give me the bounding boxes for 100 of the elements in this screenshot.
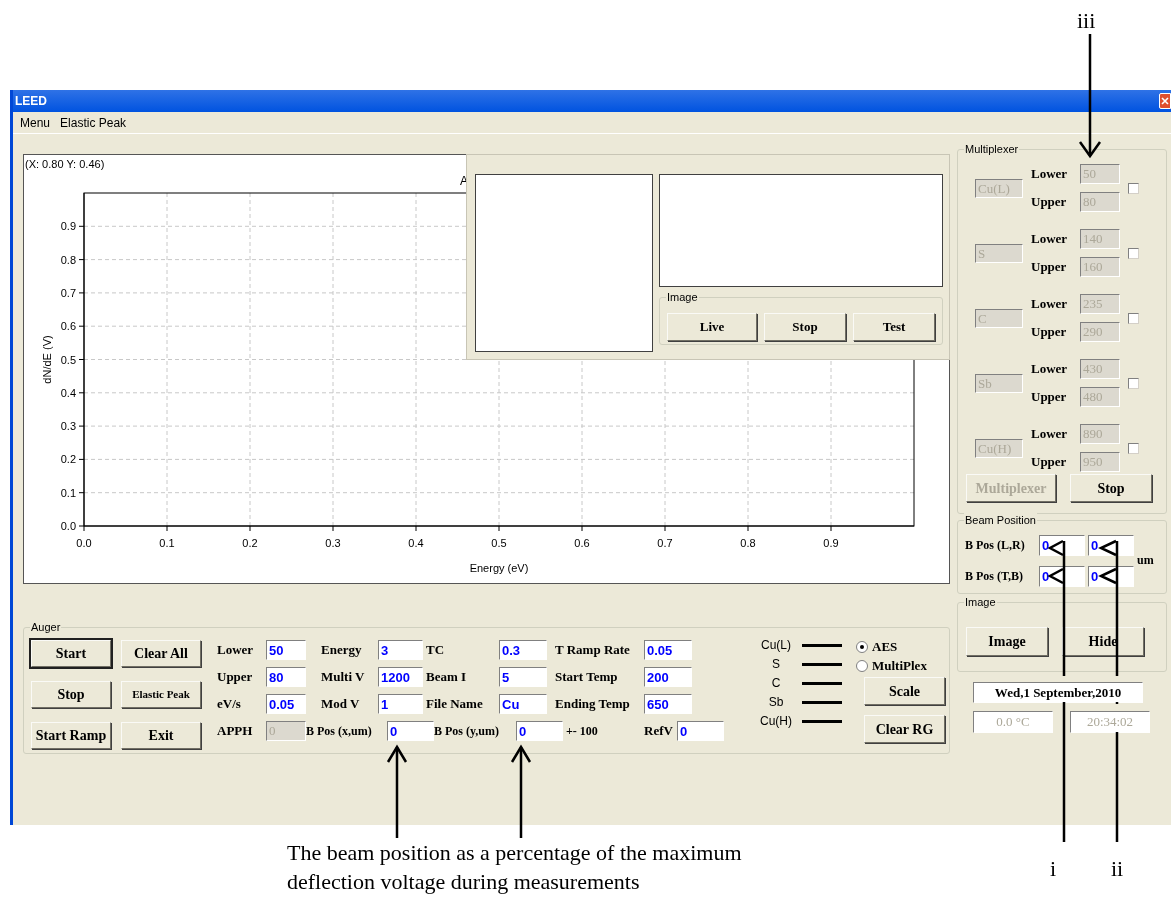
time-display: 20:34:02 (1070, 711, 1150, 733)
checkbox[interactable] (1128, 182, 1139, 194)
tick-label: 0.5 (491, 537, 507, 549)
input-field[interactable]: 1 (378, 694, 423, 714)
tick-label: 0.4 (408, 537, 424, 549)
button[interactable]: Stop (31, 681, 111, 708)
button[interactable]: Start Ramp (31, 722, 111, 749)
radio-button[interactable] (856, 640, 868, 653)
tick-label: 0.9 (60, 220, 76, 233)
legend-line (802, 662, 842, 666)
button[interactable]: Elastic Peak (121, 681, 201, 708)
field-label: TC (426, 641, 446, 660)
legend-label: Sb (767, 694, 785, 711)
button[interactable]: Start (31, 640, 111, 667)
legend-line (802, 681, 842, 685)
input-field[interactable]: 5 (499, 667, 547, 687)
unit-label: um (1137, 552, 1154, 569)
field-label: Lower (1031, 230, 1069, 249)
checkbox[interactable] (1128, 247, 1139, 259)
checkbox[interactable] (1128, 377, 1139, 389)
tick-label: 0.1 (60, 486, 76, 499)
field-label: Energy (321, 641, 363, 660)
window-title: LEED (15, 93, 47, 110)
close-button[interactable] (1159, 93, 1171, 109)
tick-label: 0.1 (159, 537, 175, 549)
annotation-label: iii (1077, 8, 1096, 34)
button[interactable]: Scale (864, 677, 945, 705)
input-field[interactable]: 3 (378, 640, 423, 660)
checkbox[interactable] (1128, 312, 1139, 324)
radio-label: AES (872, 637, 898, 656)
field-label: Beam I (426, 668, 468, 687)
x-axis-label: Energy (eV) (469, 562, 529, 574)
field-label: Upper (1031, 258, 1068, 277)
button[interactable]: Live (667, 313, 757, 341)
input-field[interactable]: 200 (644, 667, 692, 687)
field-label: B Pos (y,um) (434, 723, 500, 740)
button[interactable]: Exit (121, 722, 201, 749)
tick-label: 0.8 (740, 537, 756, 549)
tick-label: 0.2 (60, 453, 76, 466)
tick-label: 0.0 (60, 520, 76, 532)
input-field[interactable]: 80 (266, 667, 306, 687)
input-field[interactable]: Cu (499, 694, 547, 714)
field-label: Mod V (321, 695, 361, 714)
tick-label: 0.4 (60, 386, 76, 399)
radio-label: MultiPlex (872, 656, 927, 675)
button[interactable]: Stop (1070, 474, 1152, 502)
legend-line (802, 700, 842, 704)
field-label: Lower (1031, 165, 1069, 184)
annotation-caption: The beam position as a percentage of the maximum deflection voltage during measurements (287, 839, 743, 896)
legend-line (802, 719, 842, 723)
input-field[interactable]: 650 (644, 694, 692, 714)
field-label: Upper (1031, 323, 1068, 342)
field-label: Ending Temp (555, 695, 631, 714)
field-label: Upper (1031, 453, 1068, 472)
legend-label: Cu(H) (759, 713, 793, 730)
field-label: APPH (217, 722, 254, 741)
range-label: +- 100 (566, 723, 599, 740)
field-label: Upper (1031, 388, 1068, 407)
tick-label: 0.6 (574, 537, 590, 549)
tick-label: 0.2 (242, 537, 258, 549)
input-field[interactable]: 0 (387, 721, 434, 741)
input-field[interactable]: 50 (266, 640, 306, 660)
group-label: Auger (30, 620, 62, 634)
field-label: Upper (1031, 193, 1068, 212)
field-label: eV/s (217, 695, 242, 714)
button[interactable]: Image (966, 627, 1048, 656)
input-field[interactable]: 0 (516, 721, 563, 741)
close-icon (1161, 97, 1169, 105)
tick-label: 0.3 (60, 420, 76, 433)
field-label: RefV (644, 722, 674, 741)
input-field[interactable]: 0 (677, 721, 724, 741)
input-field[interactable]: 0.05 (266, 694, 306, 714)
tick-label: 0.7 (60, 286, 76, 299)
input-field[interactable]: 0 (1039, 534, 1085, 556)
field-label: Lower (1031, 295, 1069, 314)
tick-label: 0.3 (325, 537, 341, 549)
menu-item[interactable]: Menu (20, 113, 51, 132)
input-field[interactable]: 0.05 (644, 640, 692, 660)
button[interactable]: Clear All (121, 640, 201, 667)
input-field[interactable]: 1200 (378, 667, 423, 687)
field-label: B Pos (x,um) (306, 723, 373, 740)
button[interactable]: Clear RG (864, 715, 945, 743)
checkbox[interactable] (1128, 442, 1139, 454)
button[interactable]: Stop (764, 313, 846, 341)
button[interactable]: Hide (1062, 627, 1144, 656)
group-label: Multiplexer (964, 142, 1020, 156)
cursor-readout: (X: 0.80 Y: 0.46) (25, 157, 105, 172)
field-label: B Pos (T,B) (965, 567, 1025, 585)
tick-label: 0.7 (657, 537, 673, 549)
button[interactable]: Test (853, 313, 935, 341)
field-label: B Pos (L,R) (965, 536, 1026, 554)
menu-item[interactable]: Elastic Peak (60, 113, 127, 132)
annotation-label: i (1050, 856, 1057, 882)
field-label: Upper (217, 668, 254, 687)
field-label: Lower (217, 641, 255, 660)
legend-label: S (771, 656, 781, 673)
radio-button[interactable] (856, 659, 868, 672)
temperature-display: 0.0 °C (973, 711, 1053, 733)
input-field[interactable]: 0.3 (499, 640, 547, 660)
y-axis-label: dN/dE (V) (41, 335, 53, 384)
